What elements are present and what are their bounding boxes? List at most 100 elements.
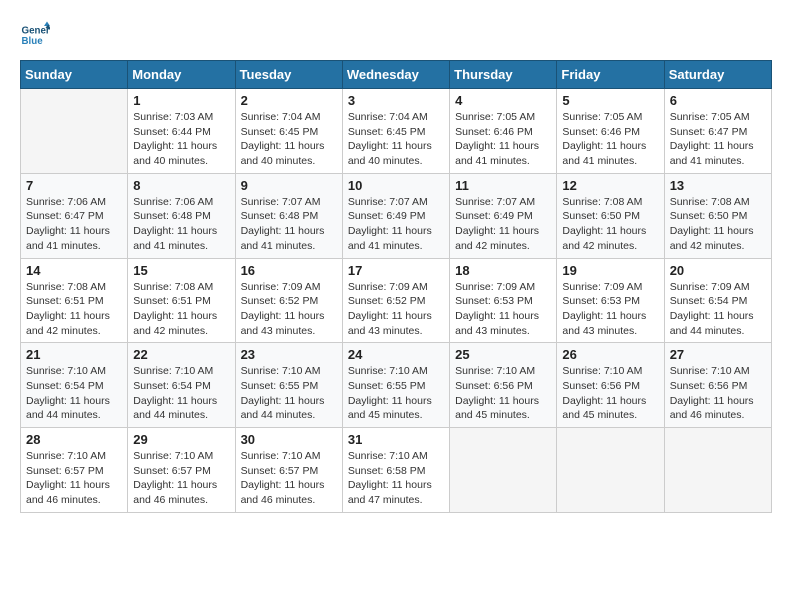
day-number: 23 bbox=[241, 347, 337, 362]
day-info: Sunrise: 7:09 AMSunset: 6:53 PMDaylight:… bbox=[455, 280, 551, 339]
calendar-cell: 25Sunrise: 7:10 AMSunset: 6:56 PMDayligh… bbox=[450, 343, 557, 428]
weekday-header-monday: Monday bbox=[128, 61, 235, 89]
weekday-header-friday: Friday bbox=[557, 61, 664, 89]
calendar-cell: 2 Sunrise: 7:04 AMSunset: 6:45 PMDaylight… bbox=[235, 89, 342, 174]
logo-icon: General Blue bbox=[20, 20, 50, 50]
day-number: 8 bbox=[133, 178, 229, 193]
day-number: 21 bbox=[26, 347, 122, 362]
day-number: 11 bbox=[455, 178, 551, 193]
calendar-cell: 10 Sunrise: 7:07 AMSunset: 6:49 PMDayligh… bbox=[342, 173, 449, 258]
calendar-week-5: 28 Sunrise: 7:10 AMSunset: 6:57 PMDayligh… bbox=[21, 428, 772, 513]
day-number: 26 bbox=[562, 347, 658, 362]
calendar-cell: 28 Sunrise: 7:10 AMSunset: 6:57 PMDayligh… bbox=[21, 428, 128, 513]
calendar-week-1: 1 Sunrise: 7:03 AMSunset: 6:44 PMDaylight… bbox=[21, 89, 772, 174]
calendar-cell: 29Sunrise: 7:10 AMSunset: 6:57 PMDayligh… bbox=[128, 428, 235, 513]
weekday-header-wednesday: Wednesday bbox=[342, 61, 449, 89]
calendar-cell: 11 Sunrise: 7:07 AMSunset: 6:49 PMDayligh… bbox=[450, 173, 557, 258]
day-info: Sunrise: 7:07 AMSunset: 6:49 PMDaylight:… bbox=[455, 195, 551, 254]
day-number: 24 bbox=[348, 347, 444, 362]
calendar-week-4: 21 Sunrise: 7:10 AMSunset: 6:54 PMDayligh… bbox=[21, 343, 772, 428]
day-info: Sunrise: 7:10 AMSunset: 6:54 PMDaylight:… bbox=[26, 364, 122, 423]
calendar-cell: 20 Sunrise: 7:09 AMSunset: 6:54 PMDayligh… bbox=[664, 258, 771, 343]
day-info: Sunrise: 7:09 AMSunset: 6:54 PMDaylight:… bbox=[670, 280, 766, 339]
svg-text:General: General bbox=[22, 26, 51, 37]
calendar-cell: 24 Sunrise: 7:10 AMSunset: 6:55 PMDayligh… bbox=[342, 343, 449, 428]
calendar-cell: 13 Sunrise: 7:08 AMSunset: 6:50 PMDayligh… bbox=[664, 173, 771, 258]
day-number: 2 bbox=[241, 93, 337, 108]
day-number: 22 bbox=[133, 347, 229, 362]
day-info: Sunrise: 7:10 AMSunset: 6:54 PMDaylight:… bbox=[133, 364, 229, 423]
calendar-week-3: 14 Sunrise: 7:08 AMSunset: 6:51 PMDayligh… bbox=[21, 258, 772, 343]
calendar-table: SundayMondayTuesdayWednesdayThursdayFrid… bbox=[20, 60, 772, 513]
calendar-cell: 22 Sunrise: 7:10 AMSunset: 6:54 PMDayligh… bbox=[128, 343, 235, 428]
day-info: Sunrise: 7:08 AMSunset: 6:51 PMDaylight:… bbox=[133, 280, 229, 339]
calendar-cell: 27 Sunrise: 7:10 AMSunset: 6:56 PMDayligh… bbox=[664, 343, 771, 428]
weekday-header-tuesday: Tuesday bbox=[235, 61, 342, 89]
calendar-cell: 17 Sunrise: 7:09 AMSunset: 6:52 PMDayligh… bbox=[342, 258, 449, 343]
day-number: 1 bbox=[133, 93, 229, 108]
day-info: Sunrise: 7:09 AMSunset: 6:53 PMDaylight:… bbox=[562, 280, 658, 339]
weekday-header-sunday: Sunday bbox=[21, 61, 128, 89]
day-number: 7 bbox=[26, 178, 122, 193]
day-info: Sunrise: 7:08 AMSunset: 6:50 PMDaylight:… bbox=[562, 195, 658, 254]
day-number: 16 bbox=[241, 263, 337, 278]
day-number: 14 bbox=[26, 263, 122, 278]
day-info: Sunrise: 7:10 AMSunset: 6:57 PMDaylight:… bbox=[26, 449, 122, 508]
day-number: 20 bbox=[670, 263, 766, 278]
day-info: Sunrise: 7:05 AMSunset: 6:46 PMDaylight:… bbox=[455, 110, 551, 169]
day-info: Sunrise: 7:08 AMSunset: 6:51 PMDaylight:… bbox=[26, 280, 122, 339]
calendar-cell: 16 Sunrise: 7:09 AMSunset: 6:52 PMDayligh… bbox=[235, 258, 342, 343]
day-info: Sunrise: 7:09 AMSunset: 6:52 PMDaylight:… bbox=[348, 280, 444, 339]
day-number: 12 bbox=[562, 178, 658, 193]
day-number: 15 bbox=[133, 263, 229, 278]
day-info: Sunrise: 7:07 AMSunset: 6:48 PMDaylight:… bbox=[241, 195, 337, 254]
calendar-cell: 18 Sunrise: 7:09 AMSunset: 6:53 PMDayligh… bbox=[450, 258, 557, 343]
day-info: Sunrise: 7:05 AMSunset: 6:47 PMDaylight:… bbox=[670, 110, 766, 169]
day-number: 10 bbox=[348, 178, 444, 193]
calendar-cell: 7 Sunrise: 7:06 AMSunset: 6:47 PMDaylight… bbox=[21, 173, 128, 258]
calendar-cell: 6 Sunrise: 7:05 AMSunset: 6:47 PMDaylight… bbox=[664, 89, 771, 174]
day-info: Sunrise: 7:10 AMSunset: 6:58 PMDaylight:… bbox=[348, 449, 444, 508]
day-number: 4 bbox=[455, 93, 551, 108]
day-number: 27 bbox=[670, 347, 766, 362]
calendar-cell: 8 Sunrise: 7:06 AMSunset: 6:48 PMDaylight… bbox=[128, 173, 235, 258]
calendar-cell bbox=[21, 89, 128, 174]
day-number: 25 bbox=[455, 347, 551, 362]
calendar-cell: 26 Sunrise: 7:10 AMSunset: 6:56 PMDayligh… bbox=[557, 343, 664, 428]
day-info: Sunrise: 7:07 AMSunset: 6:49 PMDaylight:… bbox=[348, 195, 444, 254]
day-number: 17 bbox=[348, 263, 444, 278]
day-number: 31 bbox=[348, 432, 444, 447]
calendar-cell: 30Sunrise: 7:10 AMSunset: 6:57 PMDayligh… bbox=[235, 428, 342, 513]
day-number: 18 bbox=[455, 263, 551, 278]
day-number: 6 bbox=[670, 93, 766, 108]
day-info: Sunrise: 7:05 AMSunset: 6:46 PMDaylight:… bbox=[562, 110, 658, 169]
svg-text:Blue: Blue bbox=[22, 36, 44, 47]
day-info: Sunrise: 7:03 AMSunset: 6:44 PMDaylight:… bbox=[133, 110, 229, 169]
day-info: Sunrise: 7:10 AMSunset: 6:56 PMDaylight:… bbox=[670, 364, 766, 423]
day-info: Sunrise: 7:06 AMSunset: 6:47 PMDaylight:… bbox=[26, 195, 122, 254]
day-info: Sunrise: 7:09 AMSunset: 6:52 PMDaylight:… bbox=[241, 280, 337, 339]
day-number: 13 bbox=[670, 178, 766, 193]
calendar-cell: 15 Sunrise: 7:08 AMSunset: 6:51 PMDayligh… bbox=[128, 258, 235, 343]
day-number: 29 bbox=[133, 432, 229, 447]
day-info: Sunrise: 7:10 AMSunset: 6:56 PMDaylight:… bbox=[562, 364, 658, 423]
day-number: 3 bbox=[348, 93, 444, 108]
day-info: Sunrise: 7:10 AMSunset: 6:57 PMDaylight:… bbox=[241, 449, 337, 508]
day-info: Sunrise: 7:10 AMSunset: 6:55 PMDaylight:… bbox=[348, 364, 444, 423]
calendar-cell bbox=[557, 428, 664, 513]
day-info: Sunrise: 7:10 AMSunset: 6:55 PMDaylight:… bbox=[241, 364, 337, 423]
calendar-cell: 19 Sunrise: 7:09 AMSunset: 6:53 PMDayligh… bbox=[557, 258, 664, 343]
calendar-cell: 21 Sunrise: 7:10 AMSunset: 6:54 PMDayligh… bbox=[21, 343, 128, 428]
day-info: Sunrise: 7:04 AMSunset: 6:45 PMDaylight:… bbox=[241, 110, 337, 169]
day-info: Sunrise: 7:04 AMSunset: 6:45 PMDaylight:… bbox=[348, 110, 444, 169]
calendar-cell: 3 Sunrise: 7:04 AMSunset: 6:45 PMDaylight… bbox=[342, 89, 449, 174]
calendar-cell: 1 Sunrise: 7:03 AMSunset: 6:44 PMDaylight… bbox=[128, 89, 235, 174]
weekday-header-saturday: Saturday bbox=[664, 61, 771, 89]
day-info: Sunrise: 7:06 AMSunset: 6:48 PMDaylight:… bbox=[133, 195, 229, 254]
day-number: 28 bbox=[26, 432, 122, 447]
day-info: Sunrise: 7:08 AMSunset: 6:50 PMDaylight:… bbox=[670, 195, 766, 254]
calendar-cell: 14 Sunrise: 7:08 AMSunset: 6:51 PMDayligh… bbox=[21, 258, 128, 343]
header: General Blue bbox=[20, 20, 772, 50]
calendar-cell bbox=[664, 428, 771, 513]
day-number: 19 bbox=[562, 263, 658, 278]
